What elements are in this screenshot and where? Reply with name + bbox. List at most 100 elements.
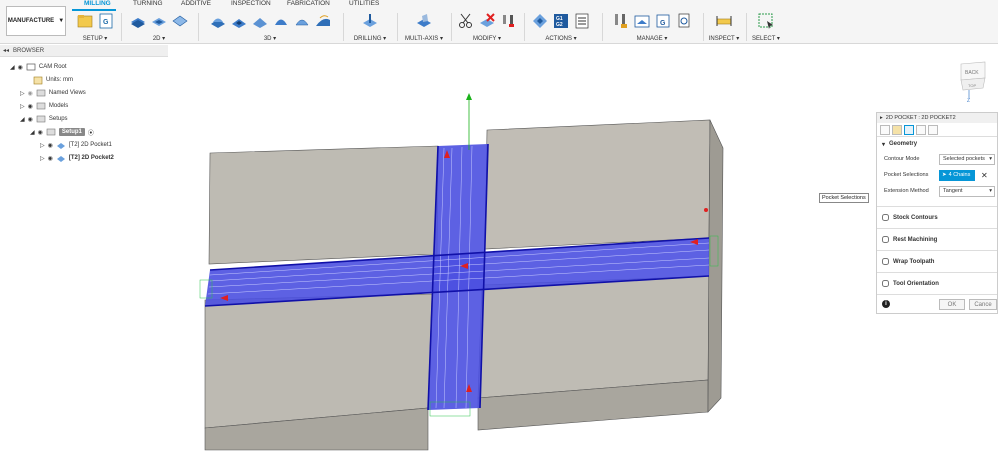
scissors-icon[interactable]	[457, 12, 475, 30]
rest-machining-section[interactable]: Rest Machining	[877, 229, 997, 251]
tree-item-named-views[interactable]: ▷ ◉ Named Views	[20, 87, 86, 99]
select-group-label[interactable]: SELECT ▾	[748, 35, 784, 42]
two-d-group-label[interactable]: 2D ▾	[123, 35, 195, 42]
stock-contours-section[interactable]: Stock Contours	[877, 207, 997, 229]
template-library-icon[interactable]	[633, 12, 651, 30]
collapse-icon[interactable]: ◂◂	[3, 47, 9, 54]
actions-group: G1 G2 ACTIONS ▾	[526, 11, 596, 44]
wrap-toolpath-checkbox[interactable]	[882, 258, 889, 265]
tree-item-pocket1[interactable]: ▷ ◉ [T2] 2D Pocket1	[40, 139, 112, 151]
adaptive-clearing-icon[interactable]	[129, 12, 147, 30]
geometry-section-header[interactable]: ▾ Geometry	[877, 137, 997, 151]
expand-triangle-icon[interactable]: ▷	[40, 155, 45, 162]
tab-milling[interactable]: MILLING	[84, 0, 111, 7]
tab-inspection[interactable]: INSPECTION	[231, 0, 271, 7]
extension-method-value: Tangent	[943, 188, 963, 194]
tab-passes[interactable]	[916, 124, 926, 135]
flow-icon[interactable]	[314, 12, 332, 30]
multi-axis-group-label[interactable]: MULTI-AXIS ▾	[399, 35, 449, 42]
view-cube[interactable]: BACK TOP Z	[955, 60, 989, 102]
manage-group: G MANAGE ▾	[604, 11, 700, 44]
eye-icon[interactable]: ◉	[38, 129, 43, 136]
tree-item-models[interactable]: ▷ ◉ Models	[20, 100, 68, 112]
extension-method-select[interactable]: Tangent ▾	[939, 185, 995, 197]
contour-mode-select[interactable]: Selected pockets ▾	[939, 153, 995, 165]
ok-button[interactable]: OK	[939, 299, 965, 310]
setup-group-label[interactable]: SETUP ▾	[70, 35, 120, 42]
tab-tool[interactable]	[880, 124, 890, 135]
stock-block-right-top	[484, 119, 711, 250]
setup-group: G SETUP ▾	[70, 11, 120, 44]
pocket-icon[interactable]	[150, 12, 168, 30]
tab-additive[interactable]: ADDITIVE	[181, 0, 211, 7]
pocket-3d-icon[interactable]	[230, 12, 248, 30]
adaptive-3d-icon[interactable]	[209, 12, 227, 30]
tab-utilities[interactable]: UTILITIES	[349, 0, 379, 7]
tree-item-setup1[interactable]: ◢ ◉ Setup1 ⦿	[30, 126, 94, 138]
eye-icon[interactable]: ◉	[28, 90, 33, 97]
tree-item-pocket2[interactable]: ▷ ◉ [T2] 2D Pocket2	[40, 152, 114, 164]
delete-toolpath-icon[interactable]	[478, 12, 496, 30]
view-cube-label-top: TOP	[968, 83, 976, 88]
drilling-group-label[interactable]: DRILLING ▾	[345, 35, 395, 42]
drill-icon[interactable]	[361, 12, 379, 30]
modify-group-label[interactable]: MODIFY ▾	[453, 35, 521, 42]
post-process-icon[interactable]: G1G2	[552, 12, 570, 30]
eye-icon[interactable]: ◉	[28, 103, 33, 110]
tool-icon[interactable]	[499, 12, 517, 30]
expand-triangle-icon[interactable]: ▷	[20, 90, 25, 97]
tool-orientation-checkbox[interactable]	[882, 280, 889, 287]
setup-sheet-icon[interactable]	[573, 12, 591, 30]
setup-folder-icon[interactable]	[76, 12, 94, 30]
drilling-group: DRILLING ▾	[345, 11, 395, 44]
tab-turning[interactable]: TURNING	[133, 0, 163, 7]
stock-contours-checkbox[interactable]	[882, 214, 889, 221]
workspace-switcher[interactable]: MANUFACTURE ▼	[6, 6, 66, 36]
manage-group-label[interactable]: MANAGE ▾	[604, 35, 700, 42]
tree-item-cam-root[interactable]: ◢ ◉ CAM Root	[10, 61, 67, 73]
tab-linking[interactable]	[928, 124, 938, 135]
clear-selection-icon[interactable]: ✕	[981, 171, 988, 180]
dialog-header[interactable]: ▸ 2D POCKET : 2D POCKET2	[877, 113, 997, 123]
steep-shallow-icon[interactable]	[251, 12, 269, 30]
tool-library-icon[interactable]	[612, 12, 630, 30]
multi-axis-icon[interactable]	[415, 12, 433, 30]
eye-icon[interactable]: ◉	[48, 155, 53, 162]
expand-triangle-icon[interactable]: ▷	[20, 103, 25, 110]
browser-title: BROWSER	[13, 47, 45, 54]
expand-icon[interactable]: ▸	[880, 115, 883, 121]
expand-triangle-icon[interactable]: ▷	[40, 142, 45, 149]
cancel-button[interactable]: Cance	[969, 299, 997, 310]
divider	[746, 13, 747, 41]
tab-geometry[interactable]	[892, 124, 902, 135]
pocket-selections-button[interactable]: ➤ 4 Chains	[939, 169, 975, 181]
eye-icon[interactable]: ◉	[28, 116, 33, 123]
tree-item-units[interactable]: Units: mm	[33, 74, 73, 86]
info-icon[interactable]: i	[882, 300, 890, 308]
wrap-toolpath-section[interactable]: Wrap Toolpath	[877, 251, 997, 273]
face-icon[interactable]	[171, 12, 189, 30]
post-library-icon[interactable]: G	[654, 12, 672, 30]
select-icon[interactable]	[757, 12, 775, 30]
tree-item-setups[interactable]: ◢ ◉ Setups	[20, 113, 68, 125]
measure-icon[interactable]	[715, 12, 733, 30]
tab-heights[interactable]	[904, 124, 914, 135]
nc-program-icon[interactable]: G	[97, 12, 115, 30]
eye-icon[interactable]: ◉	[48, 142, 53, 149]
three-d-group-label[interactable]: 3D ▾	[200, 35, 340, 42]
expand-triangle-icon[interactable]: ◢	[20, 116, 25, 123]
inspect-group-label[interactable]: INSPECT ▾	[705, 35, 743, 42]
actions-group-label[interactable]: ACTIONS ▾	[526, 35, 596, 42]
simulate-icon[interactable]	[531, 12, 549, 30]
tool-orientation-section[interactable]: Tool Orientation	[877, 273, 997, 295]
expand-triangle-icon[interactable]: ◢	[10, 64, 15, 71]
scallop-icon[interactable]	[293, 12, 311, 30]
machine-library-icon[interactable]	[675, 12, 693, 30]
expand-triangle-icon[interactable]: ◢	[30, 129, 35, 136]
collapse-triangle-icon[interactable]: ▾	[882, 141, 885, 148]
rest-machining-checkbox[interactable]	[882, 236, 889, 243]
tab-fabrication[interactable]: FABRICATION	[287, 0, 330, 7]
eye-icon[interactable]: ◉	[18, 64, 23, 71]
model-viewport[interactable]	[0, 0, 998, 457]
contour-icon[interactable]	[272, 12, 290, 30]
